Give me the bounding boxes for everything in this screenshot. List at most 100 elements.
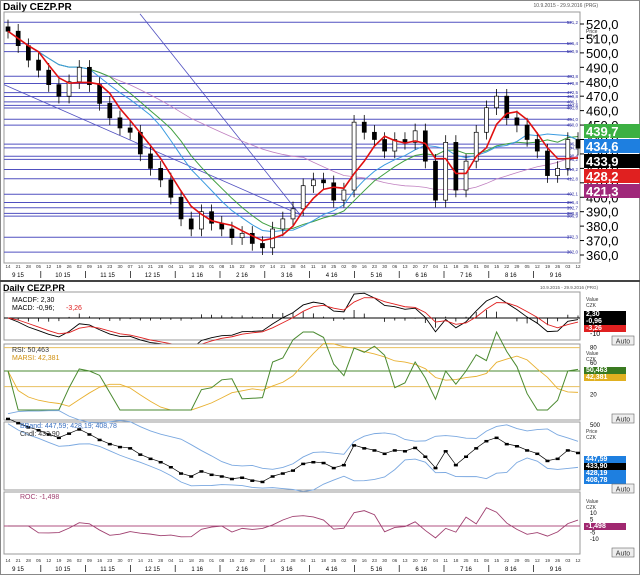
x-day-label: 04 xyxy=(301,264,307,269)
candle xyxy=(321,179,326,184)
x-day-label: 23 xyxy=(107,264,113,269)
x-day-label: 22 xyxy=(504,558,510,563)
level-label: 402,1 xyxy=(567,192,579,197)
candle xyxy=(158,168,164,181)
x-day-label: 29 xyxy=(250,264,256,269)
x-day-label: 02 xyxy=(341,558,347,563)
x-day-label: 08 xyxy=(484,558,490,563)
x-month-label: 2 16 xyxy=(236,273,248,279)
x-month-label: 9 16 xyxy=(550,273,562,279)
x-month-label: 9 15 xyxy=(12,567,24,573)
x-day-label: 23 xyxy=(372,558,378,563)
x-day-label: 15 xyxy=(229,558,235,563)
x-day-label: 02 xyxy=(341,264,347,269)
x-day-label: 23 xyxy=(107,558,113,563)
x-day-label: 08 xyxy=(219,558,225,563)
x-day-label: 14 xyxy=(138,264,144,269)
x-day-label: 06 xyxy=(392,264,398,269)
x-day-label: 21 xyxy=(148,558,154,563)
macd-value-label: MACD: -0,96; xyxy=(12,305,54,312)
x-day-label: 04 xyxy=(168,264,174,269)
x-day-label: 07 xyxy=(128,558,134,563)
x-day-label: 20 xyxy=(413,558,419,563)
candle xyxy=(107,103,113,119)
x-day-label: 21 xyxy=(280,264,286,269)
x-day-label: 26 xyxy=(67,264,73,269)
candle xyxy=(514,117,520,126)
x-day-label: 14 xyxy=(270,558,276,563)
y-tick-label: 500,0 xyxy=(586,46,619,61)
x-day-label: 15 xyxy=(229,264,235,269)
x-day-label: 06 xyxy=(392,558,398,563)
x-month-label: 12 15 xyxy=(145,567,161,573)
candle xyxy=(565,139,571,169)
x-day-label: 11 xyxy=(311,558,316,563)
candle xyxy=(453,142,459,191)
x-day-label: 18 xyxy=(321,264,327,269)
x-month-label: 4 16 xyxy=(326,273,338,279)
auto-button-label: Auto xyxy=(616,487,631,494)
auto-button-label: Auto xyxy=(616,551,631,558)
axis-caption: CZK xyxy=(586,303,597,309)
x-day-label: 01 xyxy=(474,558,480,563)
marsi-badge: 42,381 xyxy=(586,374,608,381)
bband-badge: 408,78 xyxy=(586,477,608,484)
x-day-label: 11 xyxy=(179,264,184,269)
level-label: 454,0 xyxy=(567,117,579,122)
bband-pane xyxy=(3,421,581,491)
x-month-label: 2 16 xyxy=(236,567,248,573)
macd-label: MACDF: 2,30 xyxy=(12,297,55,304)
x-day-label: 18 xyxy=(189,264,195,269)
candle xyxy=(575,139,581,149)
x-day-label: 20 xyxy=(413,264,419,269)
x-day-label: 07 xyxy=(260,264,266,269)
candle xyxy=(188,218,194,230)
x-day-label: 21 xyxy=(280,558,286,563)
x-day-label: 14 xyxy=(270,264,276,269)
x-month-label: 11 15 xyxy=(100,273,115,279)
macd-signal-label: -3,26 xyxy=(66,305,82,312)
roc-pane xyxy=(3,491,581,555)
x-day-label: 29 xyxy=(514,558,520,563)
candle xyxy=(484,107,489,133)
y-tick-label: 370,0 xyxy=(586,234,619,249)
candle xyxy=(229,228,235,239)
x-day-label: 23 xyxy=(372,264,378,269)
x-day-label: 19 xyxy=(545,558,551,563)
x-day-label: 12 xyxy=(46,558,52,563)
roc-tick: -10 xyxy=(590,537,599,543)
candle xyxy=(26,45,31,61)
x-month-label: 10 15 xyxy=(55,567,71,573)
candle xyxy=(443,142,449,201)
x-day-label: 11 xyxy=(179,558,184,563)
candle xyxy=(463,160,469,191)
x-day-label: 01 xyxy=(474,264,480,269)
level-label: 506,4 xyxy=(567,41,579,46)
x-day-label: 25 xyxy=(464,558,470,563)
x-day-label: 12 xyxy=(575,558,581,563)
x-day-label: 16 xyxy=(97,558,103,563)
macd-badge: -0,96 xyxy=(586,318,602,325)
candle xyxy=(239,232,245,239)
candle xyxy=(97,84,102,104)
x-day-label: 09 xyxy=(352,264,358,269)
x-day-label: 30 xyxy=(382,558,388,563)
bband-badge: 433,90 xyxy=(586,463,608,470)
candle xyxy=(311,179,316,187)
candle xyxy=(382,139,387,152)
candle xyxy=(36,59,41,71)
x-day-label: 04 xyxy=(433,558,439,563)
roc-tick: -5 xyxy=(590,531,596,537)
macd-pane xyxy=(3,291,581,341)
rsi-badge: 50,463 xyxy=(586,367,608,374)
y-tick-label: 470,0 xyxy=(586,89,619,104)
auto-button-label: Auto xyxy=(616,417,631,424)
y-tick-label: 480,0 xyxy=(586,75,619,90)
x-day-label: 26 xyxy=(555,264,561,269)
x-day-label: 04 xyxy=(433,264,439,269)
candle xyxy=(127,127,133,133)
candle xyxy=(5,26,11,32)
x-day-label: 25 xyxy=(199,558,205,563)
price-pane xyxy=(3,11,581,264)
candle xyxy=(341,189,347,201)
